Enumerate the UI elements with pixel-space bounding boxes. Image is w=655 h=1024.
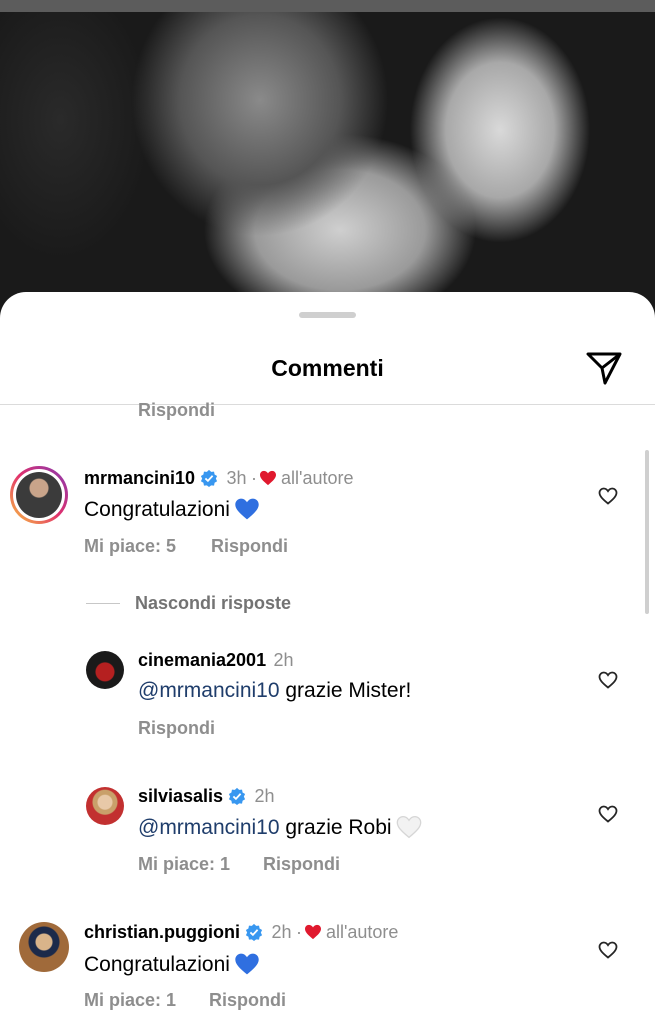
comment-header: mrmancini10 3h · all'autore — [84, 468, 353, 489]
avatar[interactable] — [19, 922, 69, 972]
timestamp: 3h — [226, 468, 247, 488]
timestamp: 2h — [271, 922, 292, 942]
avatar-story-ring[interactable] — [10, 466, 68, 524]
post-photo — [0, 0, 655, 320]
comment-text: @mrmancini10 grazie Robi — [138, 815, 422, 840]
comment-header: cinemania2001 2h — [138, 650, 294, 671]
separator-dot: · — [251, 468, 257, 488]
comment-body: Congratulazioni — [84, 498, 230, 521]
header-divider — [0, 404, 655, 405]
verified-badge-icon — [245, 923, 263, 941]
mention-link[interactable]: @mrmancini10 — [138, 679, 280, 702]
timestamp: 2h — [254, 786, 275, 806]
avatar — [16, 472, 62, 518]
verified-badge-icon — [228, 787, 246, 805]
blue-heart-icon — [235, 498, 259, 520]
heart-outline-icon[interactable] — [598, 671, 618, 689]
username[interactable]: cinemania2001 — [138, 650, 266, 670]
hide-replies-button[interactable]: Nascondi risposte — [135, 593, 291, 614]
reply-button[interactable]: Rispondi — [138, 400, 215, 421]
reply-button[interactable]: Rispondi — [209, 990, 286, 1011]
username[interactable]: mrmancini10 — [84, 468, 195, 488]
username[interactable]: silviasalis — [138, 786, 223, 806]
verified-badge-icon — [200, 469, 218, 487]
comment-header: christian.puggioni 2h · all'autore — [84, 922, 398, 943]
heart-outline-icon[interactable] — [598, 941, 618, 959]
comment-body: Congratulazioni — [84, 953, 230, 976]
thread-line — [86, 603, 120, 604]
blue-heart-icon — [235, 953, 259, 975]
heart-outline-icon[interactable] — [598, 487, 618, 505]
white-heart-icon — [396, 815, 421, 839]
username[interactable]: christian.puggioni — [84, 922, 240, 942]
likes-count[interactable]: Mi piace: 1 — [138, 854, 230, 875]
timestamp: 2h — [273, 650, 294, 670]
mention-link[interactable]: @mrmancini10 — [138, 816, 280, 839]
sheet-title: Commenti — [271, 355, 384, 381]
reply-button[interactable]: Rispondi — [263, 854, 340, 875]
separator-dot: · — [295, 922, 302, 942]
status-area — [0, 0, 655, 12]
comment-body: grazie Mister! — [279, 679, 412, 702]
likes-count[interactable]: Mi piace: 5 — [84, 536, 176, 557]
heart-outline-icon[interactable] — [598, 805, 618, 823]
likes-count[interactable]: Mi piace: 1 — [84, 990, 176, 1011]
comment-body: grazie Robi — [279, 816, 392, 839]
heart-filled-icon — [304, 924, 321, 940]
avatar[interactable] — [86, 787, 124, 825]
liked-by-author: all'autore — [281, 468, 354, 488]
comment-header: silviasalis 2h — [138, 786, 275, 807]
heart-filled-icon — [260, 470, 276, 486]
send-icon[interactable] — [585, 350, 623, 386]
sheet-grabber-handle[interactable] — [299, 312, 356, 318]
comment-text: @mrmancini10 grazie Mister! — [138, 679, 411, 703]
comments-sheet: Commenti Rispondi mrmancini10 3h · all'au… — [0, 292, 655, 1024]
avatar[interactable] — [86, 651, 124, 689]
reply-button[interactable]: Rispondi — [211, 536, 288, 557]
comment-text: Congratulazioni — [84, 952, 260, 977]
scrollbar[interactable] — [645, 450, 649, 614]
comment-text: Congratulazioni — [84, 497, 260, 522]
reply-button[interactable]: Rispondi — [138, 718, 215, 739]
liked-by-author: all'autore — [325, 922, 399, 942]
